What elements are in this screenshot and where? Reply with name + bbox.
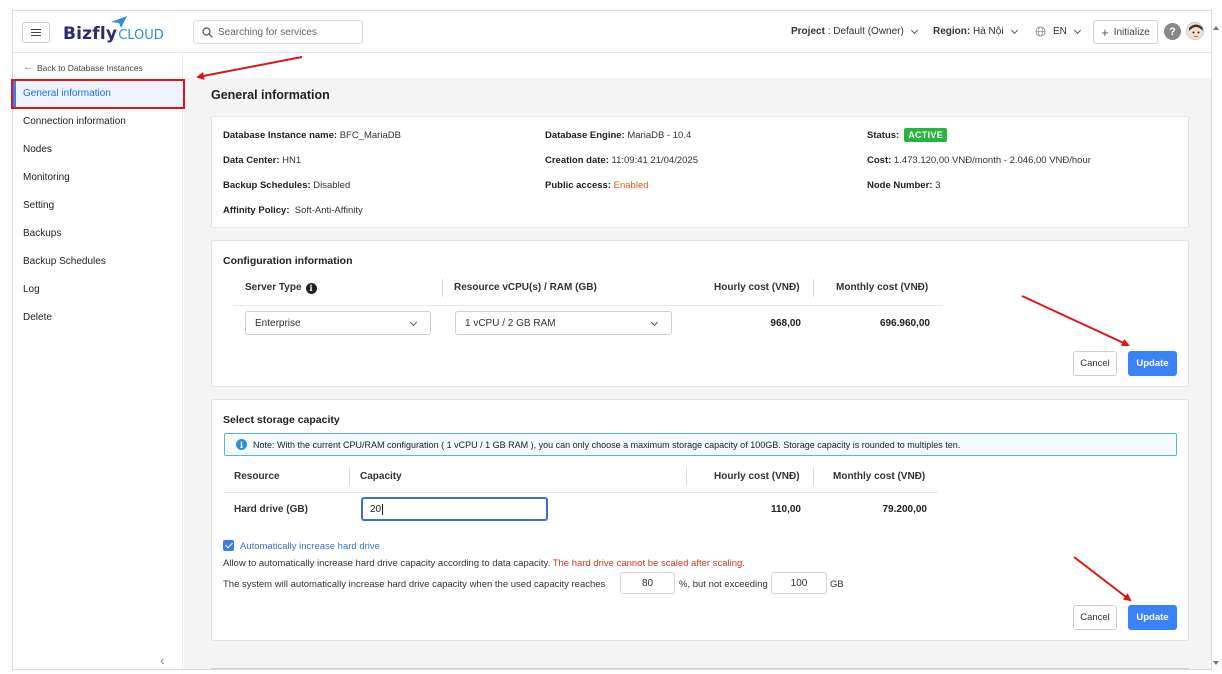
resource-header: Resource [234,471,280,482]
chevron-down-icon [409,318,418,327]
server-type-select[interactable]: Enterprise [245,311,431,335]
paper-plane-icon [111,16,127,28]
storage-hourly-cost: 110,00 [770,504,801,515]
threshold-input[interactable]: 80 [620,572,675,594]
sidebar-item-monitoring[interactable]: Monitoring [13,164,183,192]
bottom-divider [211,668,1189,669]
collapse-sidebar-icon[interactable]: ‹ [160,652,165,668]
resource-header: Resource vCPU(s) / RAM (GB) [454,282,597,293]
hourly-cost-header: Hourly cost (VNĐ) [714,282,800,293]
language-selector[interactable]: EN [1035,26,1081,37]
backup-schedules: Backup Schedules: Disabled [223,180,351,191]
main-content: General information Database Instance na… [184,54,1211,669]
chevron-down-icon [910,26,918,34]
info-icon[interactable]: i [305,283,317,294]
column-divider [813,279,814,297]
chevron-down-icon [650,318,659,327]
text-cursor [382,503,384,515]
max-capacity-input[interactable]: 100 [771,572,827,594]
scroll-down-icon[interactable] [1213,661,1219,665]
affinity-policy: Affinity Policy: Soft-Anti-Affinity [223,205,363,216]
column-divider [442,279,443,297]
chevron-down-icon [1010,26,1018,34]
status: Status: ACTIVE [867,128,948,142]
auto-increase-label[interactable]: Automatically increase hard drive [240,541,380,552]
capacity-input[interactable]: 20 [361,497,548,521]
sidebar: ← Back to Database Instances General info… [13,54,183,669]
avatar-face-icon [1189,24,1203,38]
sidebar-item-setting[interactable]: Setting [13,192,183,220]
sidebar-item-delete[interactable]: Delete [13,304,183,332]
cost: Cost: 1.473.120,00 VNĐ/month - 2.046,00 … [867,155,1091,166]
plus-icon: + [1101,24,1109,40]
info-icon: i [236,439,247,450]
auto-increase-description: Allow to automatically increase hard dri… [223,558,745,569]
threshold-mid: %, but not exceeding [679,579,768,590]
resource-select[interactable]: 1 vCPU / 2 GB RAM [455,311,672,335]
hamburger-menu-button[interactable] [22,22,50,43]
back-link[interactable]: ← Back to Database Instances [23,62,143,73]
sidebar-nav: General information Connection informati… [13,80,183,332]
status-badge: ACTIVE [904,128,948,142]
database-engine: Database Engine: MariaDB - 10.4 [545,130,692,141]
configuration-card: Configuration information Server Type i R… [211,240,1189,387]
creation-date: Creation date: 11:09:41 21/04/2025 [545,155,698,166]
top-header: BizflyCLOUD Project : Default (Owner) Re… [13,11,1211,53]
search-icon [202,26,213,38]
max-unit: GB [830,579,844,590]
config-update-button[interactable]: Update [1128,351,1177,376]
general-info-card: Database Instance name: BFC_MariaDB Data… [211,116,1189,228]
hard-drive-label: Hard drive (GB) [234,504,308,515]
app-window: BizflyCLOUD Project : Default (Owner) Re… [12,10,1212,670]
search-input[interactable] [218,26,348,38]
hamburger-icon [31,29,41,36]
sidebar-item-log[interactable]: Log [13,276,183,304]
config-hourly-cost: 968,00 [770,318,801,329]
instance-name: Database Instance name: BFC_MariaDB [223,130,401,141]
column-divider [349,468,350,486]
storage-title: Select storage capacity [223,414,340,426]
config-cancel-button[interactable]: Cancel [1073,351,1117,376]
initialize-button[interactable]: + Initialize [1093,20,1158,44]
chevron-down-icon [1073,26,1081,34]
avatar[interactable] [1186,22,1204,40]
scroll-up-icon[interactable] [1213,26,1219,30]
region-selector[interactable]: Region: Hà Nội [933,26,1018,37]
auto-increase-checkbox[interactable] [223,540,234,551]
breadcrumb-bar [184,54,1211,78]
annotation-highlight-box [11,79,185,109]
arrow-left-icon: ← [23,62,33,73]
hourly-cost-header: Hourly cost (VNĐ) [714,471,800,482]
monthly-cost-header: Monthly cost (VNĐ) [833,471,926,482]
globe-icon [1035,26,1046,37]
logo[interactable]: Bizfly CLOUD [63,16,164,44]
sidebar-item-backups[interactable]: Backups [13,220,183,248]
storage-monthly-cost: 79.200,00 [882,504,928,515]
capacity-header: Capacity [360,471,402,482]
sidebar-item-backup-schedules[interactable]: Backup Schedules [13,248,183,276]
column-divider [686,468,687,486]
monthly-cost-header: Monthly cost (VNĐ) [836,282,929,293]
storage-note: i Note: With the current CPU/RAM configur… [224,433,1177,456]
page-title: General information [211,88,330,102]
server-type-header: Server Type i [245,282,317,294]
sidebar-item-nodes[interactable]: Nodes [13,136,183,164]
public-access: Public access: Enabled [545,180,649,191]
config-monthly-cost: 696.960,00 [879,318,930,329]
table-divider [234,305,942,306]
threshold-prefix: The system will automatically increase h… [223,579,606,590]
column-divider [813,468,814,486]
data-center: Data Center: HN1 [223,155,302,166]
node-number: Node Number: 3 [867,180,941,191]
storage-card: Select storage capacity i Note: With the … [211,399,1189,641]
table-divider [224,492,938,493]
storage-cancel-button[interactable]: Cancel [1073,605,1117,630]
configuration-title: Configuration information [223,255,353,267]
project-selector[interactable]: Project : Default (Owner) [791,26,918,37]
search-box[interactable] [193,20,363,44]
help-icon[interactable]: ? [1164,23,1181,40]
storage-update-button[interactable]: Update [1128,605,1177,630]
sidebar-item-connection-information[interactable]: Connection information [13,108,183,136]
